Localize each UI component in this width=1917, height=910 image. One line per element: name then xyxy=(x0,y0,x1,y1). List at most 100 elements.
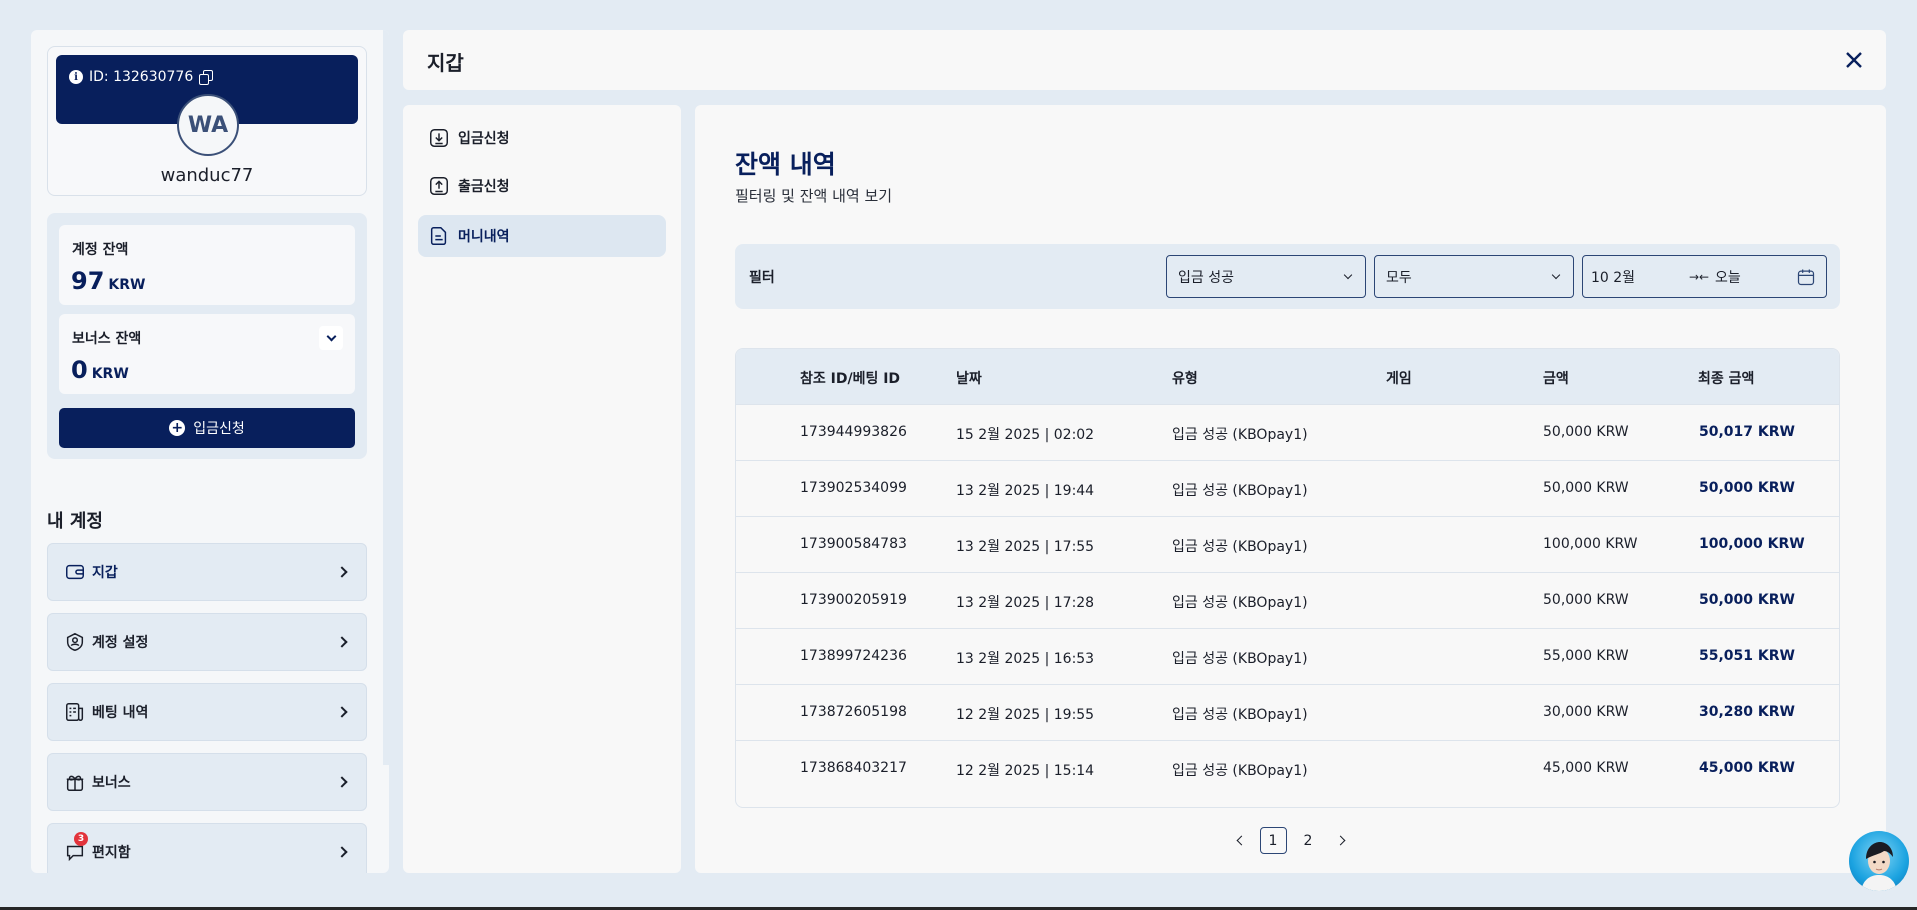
cell-date: 12 2월 2025 | 19:55 xyxy=(956,707,1095,723)
cell-type: 입금 성공 (KBOpay1) xyxy=(1172,595,1308,611)
arrows-icon: →← xyxy=(1689,269,1710,284)
balance-panel: 계정 잔액 97 KRW 보너스 잔액 0 KRW + 입금신청 xyxy=(47,213,367,459)
cell-final: 50,000 KRW xyxy=(1699,592,1795,608)
chevron-right-icon xyxy=(336,636,348,648)
cell-final: 50,000 KRW xyxy=(1699,480,1795,496)
cell-date: 15 2월 2025 | 02:02 xyxy=(956,427,1095,443)
calendar-icon xyxy=(1797,269,1815,286)
col-type: 유형 xyxy=(1172,371,1198,387)
sidebar-scrollbar[interactable] xyxy=(383,30,389,765)
chevron-right-icon xyxy=(1335,835,1345,846)
section-subtitle: 필터링 및 잔액 내역 보기 xyxy=(735,187,893,205)
scope-select-value: 모두 xyxy=(1386,269,1412,286)
cell-ref: 173868403217 xyxy=(800,760,907,776)
chevron-down-icon xyxy=(1343,270,1353,280)
info-icon: i xyxy=(69,70,83,84)
type-select[interactable]: 입금 성공 xyxy=(1166,255,1366,298)
menu-item-inbox[interactable]: 3 편지함 xyxy=(47,823,367,873)
cell-amount: 30,000 KRW xyxy=(1543,704,1629,720)
section-title: 잔액 내역 xyxy=(735,150,836,179)
cell-ref: 173900205919 xyxy=(800,592,907,608)
page-button-2[interactable]: 2 xyxy=(1295,827,1322,854)
menu-item-label: 계정 설정 xyxy=(92,635,149,651)
cell-amount: 50,000 KRW xyxy=(1543,424,1629,440)
cell-final: 45,000 KRW xyxy=(1699,760,1795,776)
balance-history-panel: 잔액 내역 필터링 및 잔액 내역 보기 필터 입금 성공 모두 10 2월 →… xyxy=(695,105,1886,873)
support-avatar-button[interactable] xyxy=(1849,831,1909,891)
bonus-balance-value: 0 xyxy=(71,356,88,384)
cell-amount: 50,000 KRW xyxy=(1543,480,1629,496)
cell-type: 입금 성공 (KBOpay1) xyxy=(1172,707,1308,723)
cell-date: 13 2월 2025 | 17:28 xyxy=(956,595,1095,611)
account-balance-label: 계정 잔액 xyxy=(72,242,129,258)
subnav-money-history[interactable]: 머니내역 xyxy=(418,215,666,257)
upload-icon xyxy=(430,177,448,195)
deposit-button-label: 입금신청 xyxy=(193,421,245,437)
menu-item-label: 편지함 xyxy=(92,845,131,861)
table-header: 참조 ID/베팅 ID 날짜 유형 게임 금액 최종 금액 xyxy=(736,349,1839,404)
date-range-picker[interactable]: 10 2월 →← 오늘 xyxy=(1582,255,1827,298)
table-row: 173900205919 13 2월 2025 | 17:28 입금 성공 (K… xyxy=(736,572,1839,628)
cell-amount: 100,000 KRW xyxy=(1543,536,1638,552)
cell-type: 입금 성공 (KBOpay1) xyxy=(1172,483,1308,499)
chevron-right-icon xyxy=(336,706,348,718)
table-row: 173868403217 12 2월 2025 | 15:14 입금 성공 (K… xyxy=(736,740,1839,796)
bonus-balance-unit: KRW xyxy=(91,366,129,382)
filter-label: 필터 xyxy=(749,270,775,286)
cell-ref: 173899724236 xyxy=(800,648,907,664)
col-ref: 참조 ID/베팅 ID xyxy=(800,371,901,387)
scope-select[interactable]: 모두 xyxy=(1374,255,1574,298)
chevron-right-icon xyxy=(336,776,348,788)
menu-item-bonus[interactable]: 보너스 xyxy=(47,753,367,811)
date-from: 10 2월 xyxy=(1591,269,1636,286)
subnav-withdraw[interactable]: 출금신청 xyxy=(418,165,666,207)
page-title: 지갑 xyxy=(427,51,464,75)
menu-item-bet-history[interactable]: 베팅 내역 xyxy=(47,683,367,741)
my-account-title: 내 계정 xyxy=(47,511,103,532)
cell-ref: 173902534099 xyxy=(800,480,907,496)
chevron-down-icon xyxy=(1551,270,1561,280)
filter-bar: 필터 입금 성공 모두 10 2월 →← 오늘 xyxy=(735,244,1840,309)
unread-badge: 3 xyxy=(74,832,88,846)
user-settings-icon xyxy=(66,632,84,652)
table-row: 173944993826 15 2월 2025 | 02:02 입금 성공 (K… xyxy=(736,404,1839,460)
wallet-header: 지갑 xyxy=(403,30,1886,90)
history-table: 참조 ID/베팅 ID 날짜 유형 게임 금액 최종 금액 1739449938… xyxy=(735,348,1840,808)
subnav-label: 머니내역 xyxy=(458,229,510,245)
chevron-down-icon xyxy=(326,331,336,341)
menu-item-label: 보너스 xyxy=(92,775,131,791)
cell-date: 13 2월 2025 | 17:55 xyxy=(956,539,1095,555)
download-icon xyxy=(430,129,448,147)
wallet-icon xyxy=(66,564,84,580)
cell-final: 50,017 KRW xyxy=(1699,424,1795,440)
user-id: ID: 132630776 xyxy=(89,69,194,85)
wallet-subnav: 입금신청 출금신청 머니내역 xyxy=(403,105,681,873)
sidebar: i ID: 132630776 WA wanduc77 계정 잔액 97 KRW… xyxy=(31,30,389,873)
cell-type: 입금 성공 (KBOpay1) xyxy=(1172,763,1308,779)
cell-ref: 173872605198 xyxy=(800,704,907,720)
subnav-deposit[interactable]: 입금신청 xyxy=(418,117,666,159)
cell-type: 입금 성공 (KBOpay1) xyxy=(1172,651,1308,667)
page-button-1[interactable]: 1 xyxy=(1259,827,1287,854)
col-game: 게임 xyxy=(1386,371,1412,387)
next-page-button[interactable] xyxy=(1330,829,1354,853)
cell-amount: 50,000 KRW xyxy=(1543,592,1629,608)
subnav-label: 입금신청 xyxy=(458,131,510,147)
col-final-amount: 최종 금액 xyxy=(1698,371,1755,387)
document-icon xyxy=(430,227,447,245)
table-row: 173899724236 13 2월 2025 | 16:53 입금 성공 (K… xyxy=(736,628,1839,684)
bet-history-icon xyxy=(66,703,84,721)
copy-icon[interactable] xyxy=(199,70,214,85)
close-icon[interactable] xyxy=(1840,46,1868,74)
avatar: WA xyxy=(177,94,239,156)
menu-item-account-settings[interactable]: 계정 설정 xyxy=(47,613,367,671)
table-row: 173900584783 13 2월 2025 | 17:55 입금 성공 (K… xyxy=(736,516,1839,572)
cell-final: 100,000 KRW xyxy=(1699,536,1805,552)
deposit-button[interactable]: + 입금신청 xyxy=(59,408,355,448)
chevron-left-icon xyxy=(1236,835,1246,846)
date-to: 오늘 xyxy=(1715,269,1741,286)
support-agent-icon xyxy=(1861,842,1897,891)
menu-item-wallet[interactable]: 지갑 xyxy=(47,543,367,601)
bonus-expand-button[interactable] xyxy=(319,326,343,350)
prev-page-button[interactable] xyxy=(1228,829,1252,853)
